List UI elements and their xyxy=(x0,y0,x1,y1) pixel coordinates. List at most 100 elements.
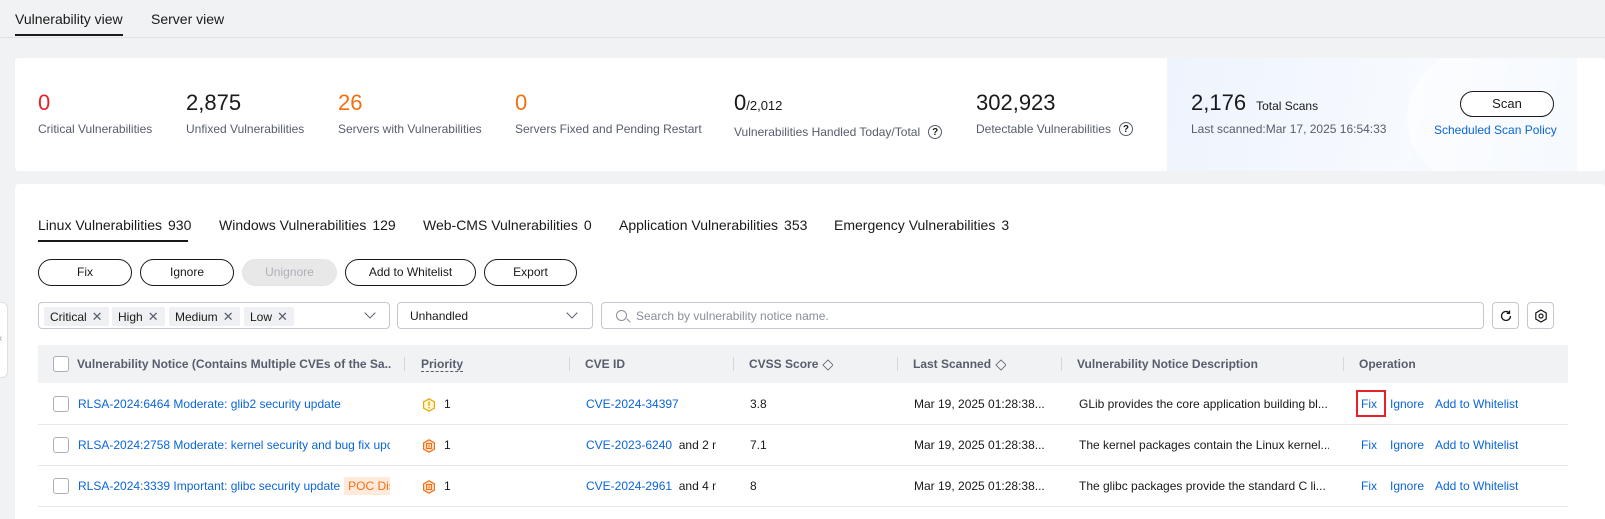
close-icon[interactable]: ✕ xyxy=(277,309,288,324)
vulnerability-notice-link[interactable]: RLSA-2024:6464 Moderate: glib2 security … xyxy=(78,397,390,411)
scan-button[interactable]: Scan xyxy=(1460,91,1554,117)
stat-detectable: 302,923 Detectable Vulnerabilities? xyxy=(976,90,1133,136)
header-last-scanned[interactable]: Last Scanned xyxy=(913,357,1007,371)
tab-server-view[interactable]: Server view xyxy=(151,11,224,27)
row-checkbox[interactable] xyxy=(53,478,69,494)
tab-emergency[interactable]: Emergency Vulnerabilities 3 xyxy=(834,217,1009,233)
cve-link[interactable]: CVE-2024-2961 xyxy=(586,479,672,493)
close-icon[interactable]: ✕ xyxy=(92,309,103,324)
column-divider xyxy=(1061,357,1062,371)
header-last-scanned-label: Last Scanned xyxy=(913,357,992,371)
unfixed-count: 2,875 xyxy=(186,90,242,115)
row-checkbox[interactable] xyxy=(53,437,69,453)
select-all-checkbox[interactable] xyxy=(53,356,69,372)
handled-label-row: Vulnerabilities Handled Today/Total? xyxy=(734,125,943,139)
tab-application[interactable]: Application Vulnerabilities 353 xyxy=(619,217,807,233)
cve-link[interactable]: CVE-2024-34397 xyxy=(586,397,679,411)
active-tab-indicator xyxy=(15,34,123,36)
sort-icon[interactable] xyxy=(995,359,1007,371)
add-to-whitelist-button[interactable]: Add to Whitelist xyxy=(345,259,476,286)
servers-with-vulns-count: 26 xyxy=(338,90,363,115)
handled-label: Vulnerabilities Handled Today/Total xyxy=(734,125,921,139)
detectable-label: Detectable Vulnerabilities xyxy=(976,122,1111,136)
stat-unfixed: 2,875 Unfixed Vulnerabilities xyxy=(186,90,304,136)
row-fix-link[interactable]: Fix xyxy=(1361,438,1377,452)
header-cvss[interactable]: CVSS Score xyxy=(749,357,834,371)
chevron-down-icon xyxy=(364,307,376,319)
row-checkbox[interactable] xyxy=(53,396,69,412)
row-whitelist-link[interactable]: Add to Whitelist xyxy=(1435,397,1518,411)
tab-windows[interactable]: Windows Vulnerabilities 129 xyxy=(219,217,396,233)
help-icon[interactable]: ? xyxy=(1118,122,1133,136)
servers-fixed-pending-label: Servers Fixed and Pending Restart xyxy=(515,122,702,136)
description-value: The glibc packages provide the standard … xyxy=(1079,479,1326,493)
row-whitelist-link[interactable]: Add to Whitelist xyxy=(1435,438,1518,452)
tag-low: Low ✕ xyxy=(244,307,294,326)
tab-linux[interactable]: Linux Vulnerabilities 930 xyxy=(38,217,191,233)
fix-button[interactable]: Fix xyxy=(38,259,132,286)
priority-icon xyxy=(423,438,435,453)
tab-label: Windows Vulnerabilities xyxy=(219,217,367,233)
help-icon[interactable]: ? xyxy=(928,125,943,139)
tag-label: Medium xyxy=(175,310,218,324)
unfixed-label: Unfixed Vulnerabilities xyxy=(186,122,305,136)
chevron-left-icon: ‹ xyxy=(0,333,2,344)
row-whitelist-link[interactable]: Add to Whitelist xyxy=(1435,479,1518,493)
priority-icon xyxy=(423,479,435,494)
header-operation: Operation xyxy=(1359,357,1416,371)
priority-value: 1 xyxy=(444,438,451,452)
handled-value: 0 xyxy=(734,90,747,115)
row-ignore-link[interactable]: Ignore xyxy=(1390,438,1424,452)
unignore-button[interactable]: Unignore xyxy=(242,259,337,286)
last-scanned: Last scanned:Mar 17, 2025 16:54:33 xyxy=(1191,122,1387,136)
total-scans-label: Total Scans xyxy=(1256,99,1319,113)
cve-cell: CVE-2024-2961 and 4 m xyxy=(586,479,716,493)
cvss-value: 8 xyxy=(750,479,757,493)
priority-cell: 1 xyxy=(422,397,451,412)
view-tabs: Vulnerability view Server view xyxy=(0,0,1605,38)
servers-with-vulns-label: Servers with Vulnerabilities xyxy=(338,122,482,136)
export-button[interactable]: Export xyxy=(484,259,577,286)
tab-count: 930 xyxy=(168,217,192,233)
header-notice: Vulnerability Notice (Contains Multiple … xyxy=(77,357,392,371)
row-fix-link[interactable]: Fix xyxy=(1361,397,1377,411)
chevron-down-icon xyxy=(566,307,578,319)
vulnerability-notice-link[interactable]: RLSA-2024:3339 Important: glibc security… xyxy=(78,479,340,493)
tag-high: High ✕ xyxy=(112,307,165,326)
vulnerability-notice-link[interactable]: RLSA-2024:2758 Moderate: kernel security… xyxy=(78,438,390,452)
row-ignore-link[interactable]: Ignore xyxy=(1390,397,1424,411)
sort-icon[interactable] xyxy=(822,359,834,371)
detectable-label-row: Detectable Vulnerabilities? xyxy=(976,122,1133,136)
description-value: The kernel packages contain the Linux ke… xyxy=(1079,438,1329,452)
cve-link[interactable]: CVE-2023-6240 xyxy=(586,438,672,452)
last-scanned-value: Mar 19, 2025 01:28:38... xyxy=(914,397,1045,411)
refresh-button[interactable] xyxy=(1492,302,1519,329)
scheduled-scan-policy-link[interactable]: Scheduled Scan Policy xyxy=(1434,123,1557,137)
settings-button[interactable] xyxy=(1527,302,1554,329)
stat-servers-fixed-pending: 0 Servers Fixed and Pending Restart xyxy=(515,90,702,136)
search-icon xyxy=(616,310,627,321)
header-description: Vulnerability Notice Description xyxy=(1077,357,1258,371)
tab-label: Web-CMS Vulnerabilities xyxy=(423,217,578,233)
close-icon[interactable]: ✕ xyxy=(148,309,159,324)
search-input[interactable]: Search by vulnerability notice name. xyxy=(601,302,1484,329)
severity-filter[interactable]: Critical ✕ High ✕ Medium ✕ Low ✕ xyxy=(38,302,390,329)
table-row: RLSA-2024:2758 Moderate: kernel security… xyxy=(38,425,1568,466)
tab-vulnerability-view[interactable]: Vulnerability view xyxy=(15,11,123,27)
close-icon[interactable]: ✕ xyxy=(223,309,234,324)
cve-more: and 2 m xyxy=(678,438,716,452)
row-ignore-link[interactable]: Ignore xyxy=(1390,479,1424,493)
status-select[interactable]: Unhandled xyxy=(397,302,593,329)
tab-count: 129 xyxy=(372,217,396,233)
row-fix-link[interactable]: Fix xyxy=(1361,479,1377,493)
active-type-tab-indicator xyxy=(38,240,188,242)
cve-cell: CVE-2023-6240 and 2 m xyxy=(586,438,716,452)
table-row: RLSA-2024:6464 Moderate: glib2 security … xyxy=(38,384,1568,425)
tag-label: High xyxy=(118,310,143,324)
status-value: Unhandled xyxy=(410,309,469,323)
header-priority[interactable]: Priority xyxy=(421,357,464,372)
ignore-button[interactable]: Ignore xyxy=(140,259,234,286)
sidebar-collapse-handle[interactable]: ‹ xyxy=(0,302,8,378)
tab-web-cms[interactable]: Web-CMS Vulnerabilities 0 xyxy=(423,217,592,233)
gear-icon xyxy=(1534,308,1547,323)
